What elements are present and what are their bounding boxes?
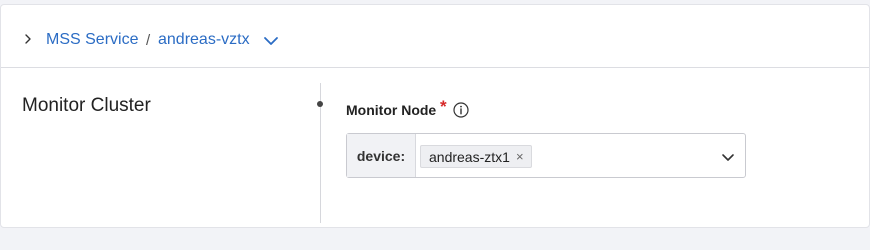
chevron-right-icon[interactable] — [21, 32, 35, 46]
monitor-node-select[interactable]: device: andreas-ztx1 × — [346, 133, 746, 178]
breadcrumb-link-mss-service[interactable]: MSS Service — [46, 31, 138, 49]
divider-dot — [317, 101, 323, 107]
breadcrumb-separator: / — [146, 32, 151, 49]
section-title: Monitor Cluster — [22, 95, 151, 116]
chevron-down-icon[interactable] — [263, 34, 279, 46]
close-icon[interactable]: × — [516, 150, 524, 163]
selected-tag: andreas-ztx1 × — [420, 145, 532, 168]
required-marker: * — [440, 97, 447, 116]
monitor-node-label: Monitor Node — [346, 102, 437, 118]
breadcrumb-link-cluster[interactable]: andreas-vztx — [158, 31, 250, 49]
chevron-down-icon[interactable] — [721, 150, 735, 161]
breadcrumb: MSS Service / andreas-vztx — [1, 5, 869, 68]
select-prefix-label: device: — [347, 134, 416, 177]
cluster-card: MSS Service / andreas-vztx Monitor Clust… — [0, 4, 870, 228]
selected-tag-label: andreas-ztx1 — [429, 148, 510, 165]
info-icon[interactable] — [453, 102, 469, 118]
